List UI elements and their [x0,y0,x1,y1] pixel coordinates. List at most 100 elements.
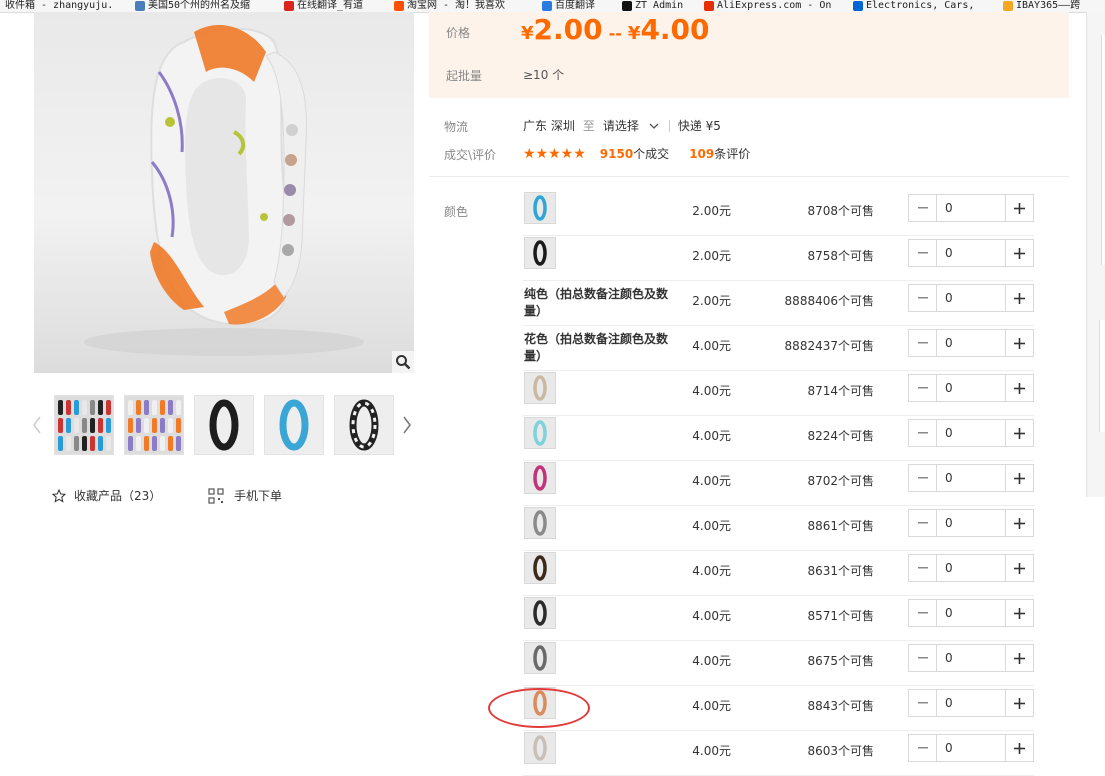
quantity-stepper[interactable]: 0 [908,509,1034,537]
decrease-button[interactable] [909,420,937,446]
sku-thumbnail[interactable] [524,552,556,584]
ship-select-text: 请选择 [602,119,639,133]
sku-thumbnail[interactable] [524,642,556,674]
increase-button[interactable] [1005,645,1033,671]
thumb-prev-button[interactable] [30,405,44,445]
bookmark-label: AliExpress.com - On [717,0,832,11]
quantity-stepper[interactable]: 0 [908,689,1034,717]
bookmark-item[interactable]: Electronics, Cars, [853,0,974,11]
collect-product-button[interactable]: 收藏产品（23） [52,487,161,504]
increase-button[interactable] [1005,420,1033,446]
thumb-next-button[interactable] [400,405,414,445]
sku-thumbnail[interactable] [524,507,556,539]
ebay-icon [853,0,863,11]
sku-thumbnail[interactable] [524,372,556,404]
mobile-order-button[interactable]: 手机下单 [208,487,282,504]
decrease-button[interactable] [909,285,937,311]
increase-button[interactable] [1005,735,1033,761]
sku-row: 4.00元 8631个可售 0 [523,550,1034,596]
quantity-input[interactable]: 0 [937,465,1005,491]
sku-row: 4.00元 8702个可售 0 [523,460,1034,506]
quantity-stepper[interactable]: 0 [908,419,1034,447]
quantity-stepper[interactable]: 0 [908,734,1034,762]
quantity-stepper[interactable]: 0 [908,284,1034,312]
reviews-count[interactable]: 109 [689,147,714,161]
quantity-stepper[interactable]: 0 [908,599,1034,627]
decrease-button[interactable] [909,465,937,491]
increase-button[interactable] [1005,510,1033,536]
quantity-input[interactable]: 0 [937,330,1005,356]
quantity-stepper[interactable]: 0 [908,554,1034,582]
thumb-blue[interactable] [264,395,324,455]
bookmark-item[interactable]: 百度翻译 [542,0,595,11]
quantity-input[interactable]: 0 [937,645,1005,671]
decrease-button[interactable] [909,195,937,221]
quantity-input[interactable]: 0 [937,735,1005,761]
quantity-input[interactable]: 0 [937,285,1005,311]
wristband-icon [533,465,547,491]
decrease-button[interactable] [909,240,937,266]
sku-thumbnail[interactable] [524,732,556,764]
sku-name[interactable]: 纯色（拍总数备注颜色及数量） [524,286,679,320]
sku-name[interactable]: 花色（拍总数备注颜色及数量） [524,331,679,365]
bookmark-item[interactable]: ZT Admin [622,0,683,11]
sku-row: 4.00元 8861个可售 0 [523,505,1034,551]
thumb-multi-color[interactable] [54,395,114,455]
quantity-stepper[interactable]: 0 [908,644,1034,672]
minus-icon [917,567,928,569]
increase-button[interactable] [1005,375,1033,401]
quantity-stepper[interactable]: 0 [908,329,1034,357]
bookmark-item[interactable]: 美国50个州的州名及缩 [135,0,250,11]
bookmark-item[interactable]: 淘宝网 - 淘！我喜欢 [394,0,505,11]
decrease-button[interactable] [909,510,937,536]
thumb-black[interactable] [194,395,254,455]
increase-button[interactable] [1005,690,1033,716]
quantity-stepper[interactable]: 0 [908,374,1034,402]
decrease-button[interactable] [909,600,937,626]
bookmark-item[interactable]: 在线翻译_有道 [284,0,363,11]
increase-button[interactable] [1005,600,1033,626]
quantity-stepper[interactable]: 0 [908,464,1034,492]
increase-button[interactable] [1005,240,1033,266]
sku-thumbnail[interactable] [524,417,556,449]
decrease-button[interactable] [909,645,937,671]
bookmark-item[interactable]: AliExpress.com - On [704,0,831,11]
bookmark-item[interactable]: 收件箱 - zhangyuju. [5,0,113,11]
sku-price: 4.00元 [692,609,731,623]
decrease-button[interactable] [909,375,937,401]
thumb-black-white-pattern[interactable] [334,395,394,455]
sku-thumbnail[interactable] [524,597,556,629]
thumb-floral-orange[interactable] [124,395,184,455]
quantity-input[interactable]: 0 [937,510,1005,536]
increase-button[interactable] [1005,195,1033,221]
decrease-button[interactable] [909,735,937,761]
ship-destination-select[interactable]: 请选择 [603,117,659,134]
decrease-button[interactable] [909,555,937,581]
main-product-image[interactable] [34,12,414,373]
wristband-icon [533,240,547,266]
zoom-button[interactable] [392,351,414,373]
sku-thumbnail[interactable] [524,237,556,269]
minus-icon [917,747,928,749]
increase-button[interactable] [1005,465,1033,491]
sku-thumbnail[interactable] [524,687,556,719]
increase-button[interactable] [1005,555,1033,581]
sku-thumbnail[interactable] [524,462,556,494]
quantity-stepper[interactable]: 0 [908,239,1034,267]
quantity-input[interactable]: 0 [937,375,1005,401]
quantity-input[interactable]: 0 [937,555,1005,581]
quantity-input[interactable]: 0 [937,240,1005,266]
bookmark-item[interactable]: IBAY365——跨 [1003,0,1080,11]
quantity-input[interactable]: 0 [937,600,1005,626]
quantity-input[interactable]: 0 [937,690,1005,716]
sku-price: 4.00元 [692,564,731,578]
decrease-button[interactable] [909,690,937,716]
increase-button[interactable] [1005,285,1033,311]
increase-button[interactable] [1005,330,1033,356]
quantity-input[interactable]: 0 [937,420,1005,446]
sku-thumbnail[interactable] [524,192,556,224]
quantity-input[interactable]: 0 [937,195,1005,221]
decrease-button[interactable] [909,330,937,356]
quantity-stepper[interactable]: 0 [908,194,1034,222]
deals-count[interactable]: 9150 [600,147,633,161]
